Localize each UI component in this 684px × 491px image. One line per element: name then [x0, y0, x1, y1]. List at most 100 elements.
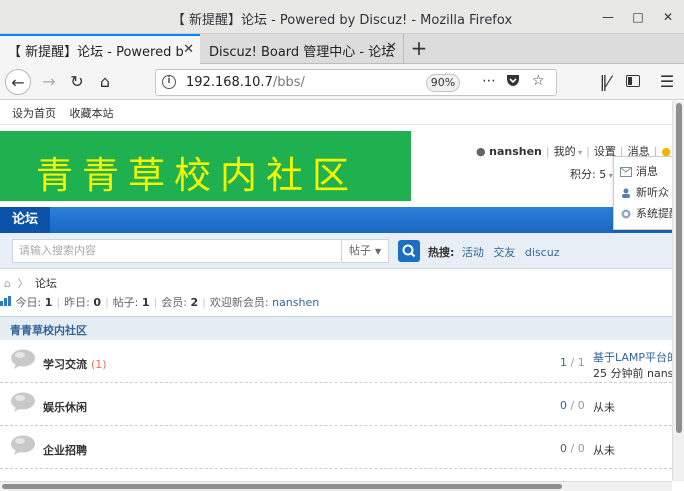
url-text[interactable]: 192.168.10.7/bbs/	[186, 75, 305, 90]
last-post: 从未	[593, 399, 615, 415]
forum-bubble-icon	[11, 435, 35, 455]
hot-search-label: 热搜:	[428, 246, 455, 259]
category-title[interactable]: 青青草校内社区	[10, 322, 87, 338]
zoom-indicator[interactable]: 90%	[426, 74, 460, 92]
username-link[interactable]: nanshen	[489, 145, 542, 158]
top-links: 设为首页 收藏本站	[12, 105, 124, 121]
last-post-info: 从未	[593, 444, 615, 457]
sidebar-icon[interactable]	[620, 69, 646, 95]
credits-label: 积分: 5	[570, 168, 607, 181]
banner-text: 青青草校内社区	[36, 154, 358, 197]
back-button[interactable]: ←	[5, 69, 31, 95]
horizontal-scrollbar[interactable]	[0, 481, 672, 491]
yesterday-count: 0	[93, 296, 101, 309]
newest-member-link[interactable]: nanshen	[272, 296, 319, 309]
search-type-select[interactable]: 帖子 ▼	[341, 239, 389, 263]
menu-icon[interactable]: ☰	[654, 69, 680, 95]
tab-label: Discuz! Board 管理中心 - 论坛	[209, 45, 395, 60]
scrollbar-thumb[interactable]	[2, 484, 562, 489]
today-count: 1	[44, 296, 53, 309]
scrollbar-thumb[interactable]	[676, 103, 682, 433]
home-button[interactable]: ⌂	[92, 69, 118, 95]
hot-link[interactable]: 交友	[493, 246, 515, 259]
hot-link[interactable]: 活动	[462, 246, 484, 259]
tab-close-icon[interactable]: ✕	[183, 42, 194, 57]
maximize-icon[interactable]: □	[630, 9, 646, 25]
bookmark-site-link[interactable]: 收藏本站	[70, 107, 114, 120]
breadcrumb: ⌂ 〉 论坛	[4, 277, 57, 290]
new-post-count: (1)	[91, 358, 107, 371]
my-menu[interactable]: 我的	[554, 145, 576, 158]
url-path: /bbs/	[272, 75, 305, 90]
forward-button[interactable]: →	[36, 69, 62, 95]
person-icon	[620, 188, 632, 198]
page-actions-icon[interactable]: ⋯	[482, 73, 496, 89]
search-icon	[402, 244, 416, 258]
tab-close-icon[interactable]: ✕	[386, 40, 397, 55]
last-post: 从未	[593, 442, 615, 458]
site-logo-banner[interactable]: 青青草校内社区	[0, 131, 411, 201]
url-host: 192.168.10.7	[186, 75, 273, 90]
user-avatar-icon: ●	[476, 145, 486, 158]
chevron-down-icon: ▼	[375, 247, 382, 256]
breadcrumb-forum[interactable]: 论坛	[35, 277, 57, 290]
notification-popup: 消息 新听众 系统提醒	[613, 156, 672, 230]
forum-stats: 今日: 1 | 昨日: 0 | 帖子: 1 | 会员: 2 | 欢迎新会员: nanshen	[0, 294, 319, 310]
last-post: 基于LAMP平台的D 25 分钟前 nanshen	[593, 349, 672, 381]
forum-row: 学习交流(1) 1 / 1 基于LAMP平台的D 25 分钟前 nanshen	[0, 341, 672, 383]
credits-menu[interactable]: 积分: 5 ▾	[570, 166, 613, 182]
divider	[0, 124, 672, 125]
post-count: 1	[141, 296, 150, 309]
tab-label: 【 新提醒】论坛 - Powered b	[8, 45, 184, 60]
home-icon[interactable]: ⌂	[4, 277, 11, 290]
main-nav: 论坛	[0, 207, 672, 233]
forum-row: 企业招聘 0 / 0 从未	[0, 427, 672, 469]
nav-forum[interactable]: 论坛	[0, 207, 50, 233]
web-page: 设为首页 收藏本站 青青草校内社区 ● nanshen | 我的 ▾ | 设置 | 消息 | ●…	[0, 101, 672, 481]
bookmark-star-icon[interactable]: ☆	[532, 73, 545, 89]
window-titlebar: 【 新提醒】论坛 - Powered by Discuz! - Mozilla …	[0, 0, 684, 34]
forum-counts: 0 / 0	[560, 399, 585, 412]
search-input[interactable]: 请输入搜索内容	[12, 239, 342, 263]
search-bar: 请输入搜索内容 帖子 ▼ 热搜: 活动 交友 discuz	[0, 233, 672, 269]
window-title: 【 新提醒】论坛 - Powered by Discuz! - Mozilla …	[171, 13, 513, 28]
forum-counts: 1 / 1	[560, 356, 585, 369]
forum-counts: 0 / 0	[560, 442, 585, 455]
member-count: 2	[190, 296, 199, 309]
tab-forum[interactable]: 【 新提醒】论坛 - Powered b ✕	[0, 34, 200, 64]
forum-name-link[interactable]: 娱乐休闲	[43, 399, 87, 415]
hot-link[interactable]: discuz	[525, 246, 560, 259]
hot-search: 热搜: 活动 交友 discuz	[428, 244, 565, 260]
forum-bubble-icon	[11, 392, 35, 412]
url-bar[interactable]: i 192.168.10.7/bbs/ 90% ⋯ ☆	[155, 69, 557, 96]
forum-name-link[interactable]: 企业招聘	[43, 442, 87, 458]
forum-bubble-icon	[11, 349, 35, 369]
reload-button[interactable]: ↻	[64, 69, 90, 95]
last-post-title-link[interactable]: 基于LAMP平台的D	[593, 349, 672, 365]
popup-system-reminder[interactable]: 系统提醒	[620, 205, 672, 221]
minimize-icon[interactable]: —	[600, 9, 616, 25]
site-info-icon[interactable]: i	[162, 75, 176, 89]
last-post-info: 从未	[593, 401, 615, 414]
chevron-down-icon: ▾	[575, 148, 583, 157]
category-header[interactable]: 青青草校内社区	[0, 316, 672, 340]
pocket-icon[interactable]	[506, 73, 520, 91]
new-tab-button[interactable]: +	[406, 36, 432, 62]
stats-chart-icon	[0, 296, 12, 309]
chevron-down-icon: ▾	[606, 171, 613, 180]
tab-admin[interactable]: Discuz! Board 管理中心 - 论坛 ✕	[201, 34, 404, 64]
system-icon	[620, 209, 632, 219]
forum-row: 娱乐休闲 0 / 0 从未	[0, 384, 672, 426]
forum-name-link[interactable]: 学习交流 (1)	[43, 356, 107, 372]
library-icon[interactable]: ‖⁄	[592, 69, 618, 95]
popup-new-followers[interactable]: 新听众	[620, 184, 669, 200]
tab-bar: 【 新提醒】论坛 - Powered b ✕ Discuz! Board 管理中…	[0, 34, 684, 64]
vertical-scrollbar[interactable]	[672, 101, 684, 481]
last-post-info: 25 分钟前 nanshen	[593, 367, 672, 380]
search-button[interactable]	[398, 240, 420, 262]
popup-messages[interactable]: 消息	[620, 163, 658, 179]
envelope-icon	[620, 167, 632, 177]
navigation-bar: ← → ↻ ⌂ i 192.168.10.7/bbs/ 90% ⋯ ☆ ‖⁄ ☰	[0, 64, 684, 100]
close-icon[interactable]: ✕	[660, 9, 676, 25]
set-homepage-link[interactable]: 设为首页	[12, 107, 56, 120]
